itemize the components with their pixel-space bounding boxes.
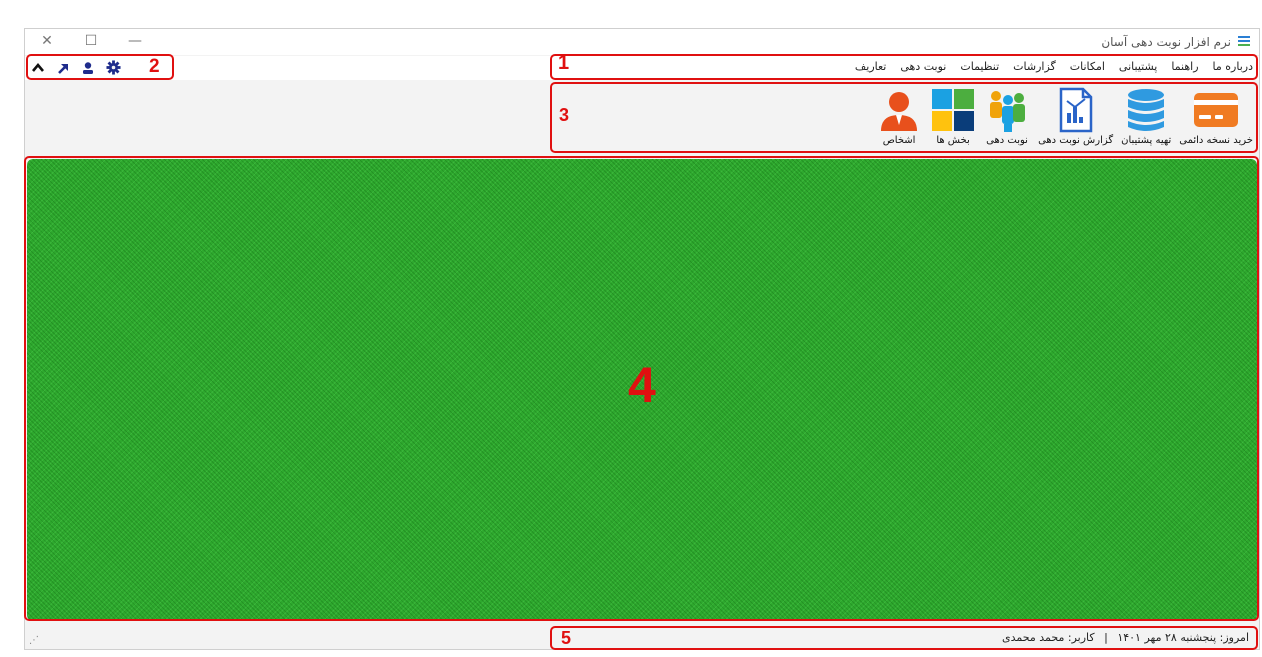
title-bar: ✕ ☐ — نرم افزار نوبت دهی آسان (25, 29, 1259, 55)
annotation-box-toolbar (550, 82, 1258, 153)
minimize-button[interactable]: — (113, 31, 157, 51)
annotation-box-menu (550, 54, 1258, 80)
maximize-button[interactable]: ☐ (69, 31, 113, 51)
app-logo-icon (1238, 36, 1250, 46)
resize-grip-icon[interactable]: ⋰ (29, 635, 39, 646)
window-title: نرم افزار نوبت دهی آسان (1101, 35, 1231, 49)
annotation-number-2: 2 (149, 56, 160, 77)
annotation-number-4: 4 (628, 357, 656, 413)
close-button[interactable]: ✕ (25, 31, 69, 51)
annotation-number-1: 1 (558, 52, 570, 74)
annotation-number-3: 3 (559, 105, 570, 125)
annotation-box-status (550, 626, 1258, 650)
annotation-number-5: 5 (561, 628, 572, 648)
